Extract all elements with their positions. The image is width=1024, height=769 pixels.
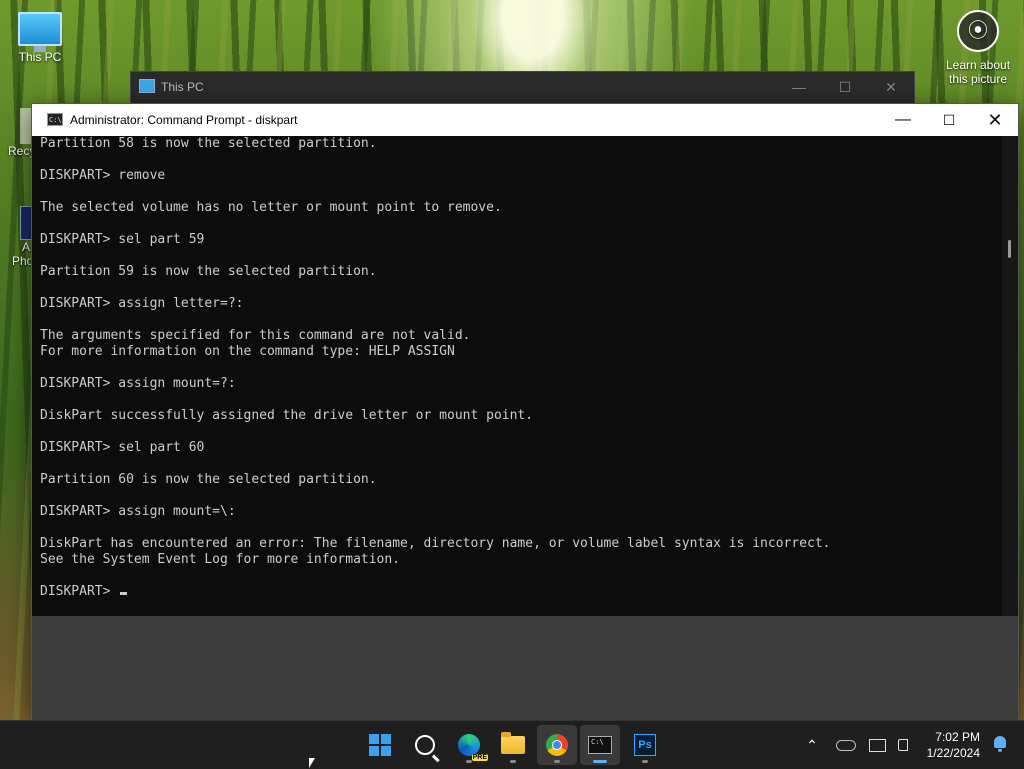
window-controls: — ☐ ✕ xyxy=(776,72,914,102)
vertical-scrollbar[interactable] xyxy=(1002,136,1018,616)
minimize-button[interactable]: — xyxy=(776,72,822,102)
running-indicator xyxy=(466,760,472,763)
mouse-pointer xyxy=(309,758,315,768)
close-button[interactable]: ✕ xyxy=(972,104,1018,136)
taskbar-file-explorer-button[interactable] xyxy=(493,725,533,765)
command-prompt-window[interactable]: C:\ Administrator: Command Prompt - disk… xyxy=(31,103,1019,722)
window-empty-area xyxy=(32,616,1018,721)
active-indicator xyxy=(593,760,607,763)
start-button[interactable] xyxy=(360,725,400,765)
cloud-offline-icon xyxy=(836,739,856,751)
desktop-icon-this-pc[interactable]: This PC xyxy=(10,10,70,64)
cmd-icon: C:\ xyxy=(47,113,63,126)
network-tray-button[interactable] xyxy=(866,721,888,769)
desktop-icon-learn-about-picture[interactable]: ⦿ Learn about this picture xyxy=(938,10,1018,86)
clock[interactable]: 7:02 PM 1/22/2024 xyxy=(916,729,980,761)
this-pc-titlebar[interactable]: This PC — ☐ ✕ xyxy=(131,72,914,102)
console-output: Partition 58 is now the selected partiti… xyxy=(40,136,831,599)
taskbar-photoshop-button[interactable]: Ps xyxy=(625,725,665,765)
clock-time: 7:02 PM xyxy=(935,730,980,744)
file-explorer-icon xyxy=(501,732,525,754)
scrollbar-thumb[interactable] xyxy=(1008,240,1011,258)
search-icon xyxy=(415,735,435,755)
camera-icon: ⦿ xyxy=(957,10,999,52)
monitor-icon xyxy=(18,12,62,52)
window-title: This PC xyxy=(161,80,204,94)
desktop-icon-label: This PC xyxy=(18,50,62,64)
photoshop-icon: Ps xyxy=(634,734,656,756)
taskbar-terminal-button[interactable]: C:\ xyxy=(580,725,620,765)
edge-badge: PRE xyxy=(471,754,488,761)
console-area[interactable]: Partition 58 is now the selected partiti… xyxy=(32,136,1000,616)
window-title: Administrator: Command Prompt - diskpart xyxy=(70,113,298,127)
onedrive-tray-button[interactable] xyxy=(834,721,858,769)
maximize-button[interactable]: ☐ xyxy=(822,72,868,102)
terminal-icon: C:\ xyxy=(588,736,612,754)
speaker-muted-icon xyxy=(898,739,908,751)
running-indicator xyxy=(642,760,648,763)
running-indicator xyxy=(510,760,516,763)
this-pc-icon xyxy=(139,79,155,93)
desktop-icon-label: Learn about this picture xyxy=(945,58,1011,86)
notification-bell-icon[interactable] xyxy=(994,736,1006,752)
volume-tray-button[interactable] xyxy=(892,721,914,769)
maximize-button[interactable]: ☐ xyxy=(926,104,972,136)
edge-icon: PRE xyxy=(458,734,488,761)
chrome-icon xyxy=(546,734,568,756)
network-icon xyxy=(868,738,886,752)
search-button[interactable] xyxy=(405,725,445,765)
minimize-button[interactable]: — xyxy=(880,104,926,136)
desktop-icon-photoshop[interactable]: A Pho xyxy=(4,206,34,268)
clock-date: 1/22/2024 xyxy=(926,746,980,760)
close-button[interactable]: ✕ xyxy=(868,72,914,102)
taskbar-edge-button[interactable]: PRE xyxy=(449,725,489,765)
windows-logo-icon xyxy=(369,734,391,756)
desktop-icon-recycle-bin[interactable]: Recy xyxy=(4,108,35,158)
text-cursor xyxy=(120,592,128,595)
show-hidden-icons-button[interactable]: ⌃ xyxy=(800,721,824,769)
running-indicator xyxy=(554,760,560,763)
chevron-up-icon: ⌃ xyxy=(806,736,818,753)
taskbar: PRE C:\ Ps ⌃ 7:02 PM 1/22/2024 xyxy=(0,720,1024,769)
taskbar-chrome-button[interactable] xyxy=(537,725,577,765)
cmd-titlebar[interactable]: C:\ Administrator: Command Prompt - disk… xyxy=(32,104,1018,136)
